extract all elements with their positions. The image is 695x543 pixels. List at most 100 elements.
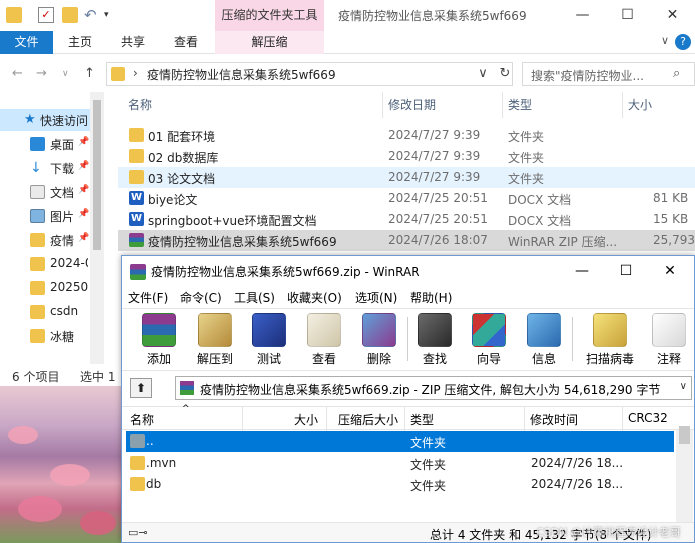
archive-row[interactable]: db 文件夹 2024/7/26 18... (126, 474, 674, 495)
column-header-size[interactable]: 大小 (628, 92, 652, 118)
archive-path-text: 疫情防控物业信息采集系统5wf669.zip - ZIP 压缩文件, 解包大小为… (200, 383, 661, 397)
file-row-selected[interactable]: 疫情防控物业信息采集系统5wf669 2024/7/26 18:07 WinRA… (118, 230, 695, 251)
minimize-button[interactable]: — (560, 0, 605, 31)
download-icon: ↓ (30, 160, 42, 176)
archive-item-mtime: 2024/7/26 18... (531, 456, 624, 470)
delete-button[interactable]: 删除 (354, 313, 404, 371)
file-row[interactable]: W springboot+vue环境配置文档 2024/7/25 20:51 D… (118, 209, 695, 230)
test-button[interactable]: 测试 (244, 313, 294, 371)
forward-icon[interactable]: → (36, 66, 47, 81)
folder-icon[interactable] (6, 7, 22, 23)
menu-options[interactable]: 选项(N) (355, 289, 397, 306)
recent-locations-icon[interactable]: ∨ (62, 69, 69, 79)
column-header-name[interactable]: 名称 (128, 92, 152, 118)
wallpaper-flower (80, 511, 116, 535)
file-type: 文件夹 (508, 130, 545, 144)
nav-item-pictures[interactable]: 图片 📌 (0, 205, 90, 227)
pin-icon: 📌 (78, 137, 90, 147)
column-divider[interactable] (622, 407, 623, 431)
search-placeholder: 搜索"疫情防控物业... (531, 69, 644, 83)
tab-extract[interactable]: 解压缩 (215, 31, 324, 54)
wallpaper-flower (18, 496, 62, 522)
tab-home[interactable]: 主页 (58, 31, 102, 54)
tab-share[interactable]: 共享 (112, 31, 154, 54)
find-button[interactable]: 查找 (410, 313, 460, 371)
column-header-crc32[interactable]: CRC32 (628, 411, 668, 425)
file-row[interactable]: W biye论文 2024/7/25 20:51 DOCX 文档 81 KB (118, 188, 695, 209)
nav-item-folder[interactable]: 2024-0 (0, 253, 90, 275)
search-input[interactable]: 搜索"疫情防控物业... ⌕ (522, 62, 695, 86)
column-header-type[interactable]: 类型 (508, 92, 532, 118)
file-row[interactable]: 01 配套环境 2024/7/27 9:39 文件夹 (118, 125, 695, 146)
nav-item-folder[interactable]: csdn (0, 301, 90, 323)
column-header-modified[interactable]: 修改时间 (530, 411, 578, 428)
nav-item-folder[interactable]: 冰糖 (0, 325, 90, 347)
maximize-button[interactable]: ☐ (604, 256, 648, 286)
address-bar[interactable]: › 疫情防控物业信息采集系统5wf669 (106, 62, 513, 86)
view-button[interactable]: 查看 (299, 313, 349, 371)
minimize-button[interactable]: — (560, 256, 604, 286)
new-folder-icon[interactable] (62, 7, 78, 23)
menu-help[interactable]: 帮助(H) (410, 289, 452, 306)
archive-scrollbar-thumb[interactable] (679, 426, 690, 444)
column-divider[interactable] (404, 407, 405, 431)
up-one-level-button[interactable]: ⬆ (130, 378, 152, 398)
file-name: springboot+vue环境配置文档 (148, 214, 317, 228)
file-size: 25,793 KB (653, 233, 695, 247)
tab-view[interactable]: 查看 (164, 31, 208, 54)
column-divider[interactable] (502, 92, 503, 118)
file-row[interactable]: 03 论文文档 2024/7/27 9:39 文件夹 (118, 167, 695, 188)
chevron-down-icon[interactable]: ∨ (680, 381, 687, 392)
file-row[interactable]: 02 db数据库 2024/7/27 9:39 文件夹 (118, 146, 695, 167)
nav-item-folder[interactable]: 202501 (0, 277, 90, 299)
back-icon[interactable]: ← (12, 66, 23, 81)
tab-file[interactable]: 文件 (0, 31, 53, 54)
column-header-packed[interactable]: 压缩后大小 (338, 411, 398, 428)
column-header-size[interactable]: 大小 (294, 411, 318, 428)
nav-scrollbar-thumb[interactable] (93, 100, 101, 250)
address-dropdown-icon[interactable]: ∨ (472, 62, 494, 86)
close-button[interactable]: ✕ (650, 0, 695, 31)
nav-item-desktop[interactable]: 桌面 📌 (0, 133, 90, 155)
menu-commands[interactable]: 命令(C) (180, 289, 222, 306)
nav-item-quick-access[interactable]: ★ 快速访问 (0, 109, 90, 131)
folder-icon (111, 67, 125, 81)
close-button[interactable]: ✕ (648, 256, 692, 286)
column-header-name[interactable]: 名称 (130, 411, 154, 428)
nav-item-folder[interactable]: 疫情 📌 (0, 229, 90, 251)
column-divider[interactable] (326, 407, 327, 431)
collapse-ribbon-icon[interactable]: ∨ (661, 34, 669, 47)
comment-button[interactable]: 注释 (644, 313, 694, 371)
archive-row-selected[interactable]: .. 文件夹 (126, 431, 674, 452)
up-icon[interactable]: ↑ (84, 66, 95, 81)
add-button[interactable]: 添加 (134, 313, 184, 371)
file-date: 2024/7/25 20:51 (388, 191, 488, 205)
column-header-date[interactable]: 修改日期 (388, 92, 436, 118)
menu-file[interactable]: 文件(F) (128, 289, 168, 306)
archive-item-type: 文件夹 (410, 479, 447, 493)
archive-row[interactable]: .mvn 文件夹 2024/7/26 18... (126, 453, 674, 474)
column-divider[interactable] (242, 407, 243, 431)
chevron-right-icon[interactable]: › (133, 66, 138, 80)
maximize-button[interactable]: ☐ (605, 0, 650, 31)
wizard-button[interactable]: 向导 (464, 313, 514, 371)
nav-item-downloads[interactable]: ↓ 下载 📌 (0, 157, 90, 179)
menu-tools[interactable]: 工具(S) (234, 289, 275, 306)
column-divider[interactable] (524, 407, 525, 431)
extract-to-button[interactable]: 解压到 (190, 313, 240, 371)
column-divider[interactable] (382, 92, 383, 118)
help-icon[interactable]: ? (675, 34, 691, 50)
archive-scrollbar[interactable] (676, 430, 693, 524)
column-divider[interactable] (622, 92, 623, 118)
undo-icon[interactable]: ↶ (84, 7, 100, 23)
virus-scan-button[interactable]: 扫描病毒 (580, 313, 640, 371)
quick-access-dropdown-icon[interactable]: ▾ (104, 7, 120, 23)
drive-key-icon[interactable]: ▭⊸ (128, 526, 148, 539)
nav-item-documents[interactable]: 文档 📌 (0, 181, 90, 203)
column-header-type[interactable]: 类型 (410, 411, 434, 428)
menu-favorites[interactable]: 收藏夹(O) (287, 289, 342, 306)
refresh-icon[interactable]: ↻ (494, 62, 516, 86)
properties-icon[interactable]: ✓ (38, 7, 54, 23)
info-button[interactable]: 信息 (519, 313, 569, 371)
archive-path-dropdown[interactable]: 疫情防控物业信息采集系统5wf669.zip - ZIP 压缩文件, 解包大小为… (175, 376, 692, 400)
